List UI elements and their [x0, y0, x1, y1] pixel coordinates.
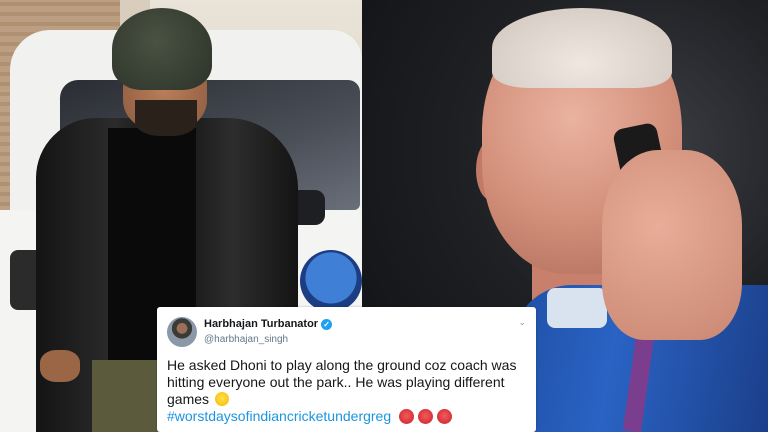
tweet-text: He asked Dhoni to play along the ground … — [167, 357, 526, 425]
user-handle[interactable]: @harbhajan_singh — [204, 334, 288, 345]
angry-face-emoji-icon — [418, 409, 434, 424]
tweet-header: Harbhajan Turbanator ✓ @harbhajan_singh … — [167, 315, 526, 349]
display-name[interactable]: Harbhajan Turbanator — [204, 318, 318, 330]
chevron-down-icon[interactable]: ⌄ — [518, 317, 526, 328]
angry-face-emoji-icon — [399, 409, 415, 424]
hashtag-link[interactable]: #worstdaysofindiancricketundergreg — [167, 408, 391, 424]
avatar[interactable] — [167, 317, 197, 347]
verified-badge-icon: ✓ — [321, 318, 333, 330]
tweet-card[interactable]: Harbhajan Turbanator ✓ @harbhajan_singh … — [157, 307, 536, 432]
winking-face-emoji-icon — [214, 392, 229, 406]
angry-face-emoji-icon — [437, 409, 453, 424]
